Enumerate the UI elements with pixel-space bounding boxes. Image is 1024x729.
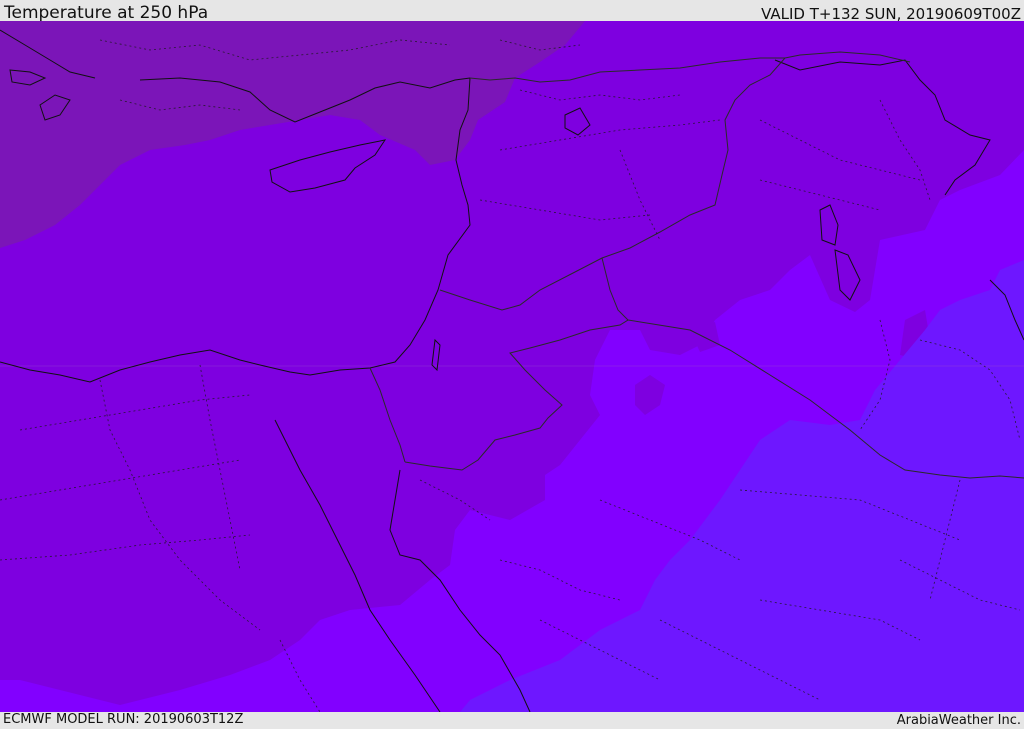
header-bar: Temperature at 250 hPa VALID T+132 SUN, … [0, 0, 1024, 23]
temperature-map [0, 21, 1024, 712]
credit: ArabiaWeather Inc. [896, 713, 1021, 728]
model-run: ECMWF MODEL RUN: 20190603T12Z [3, 712, 244, 727]
map-title: Temperature at 250 hPa [4, 3, 209, 23]
footer-bar: ECMWF MODEL RUN: 20190603T12Z ArabiaWeat… [0, 712, 1024, 729]
